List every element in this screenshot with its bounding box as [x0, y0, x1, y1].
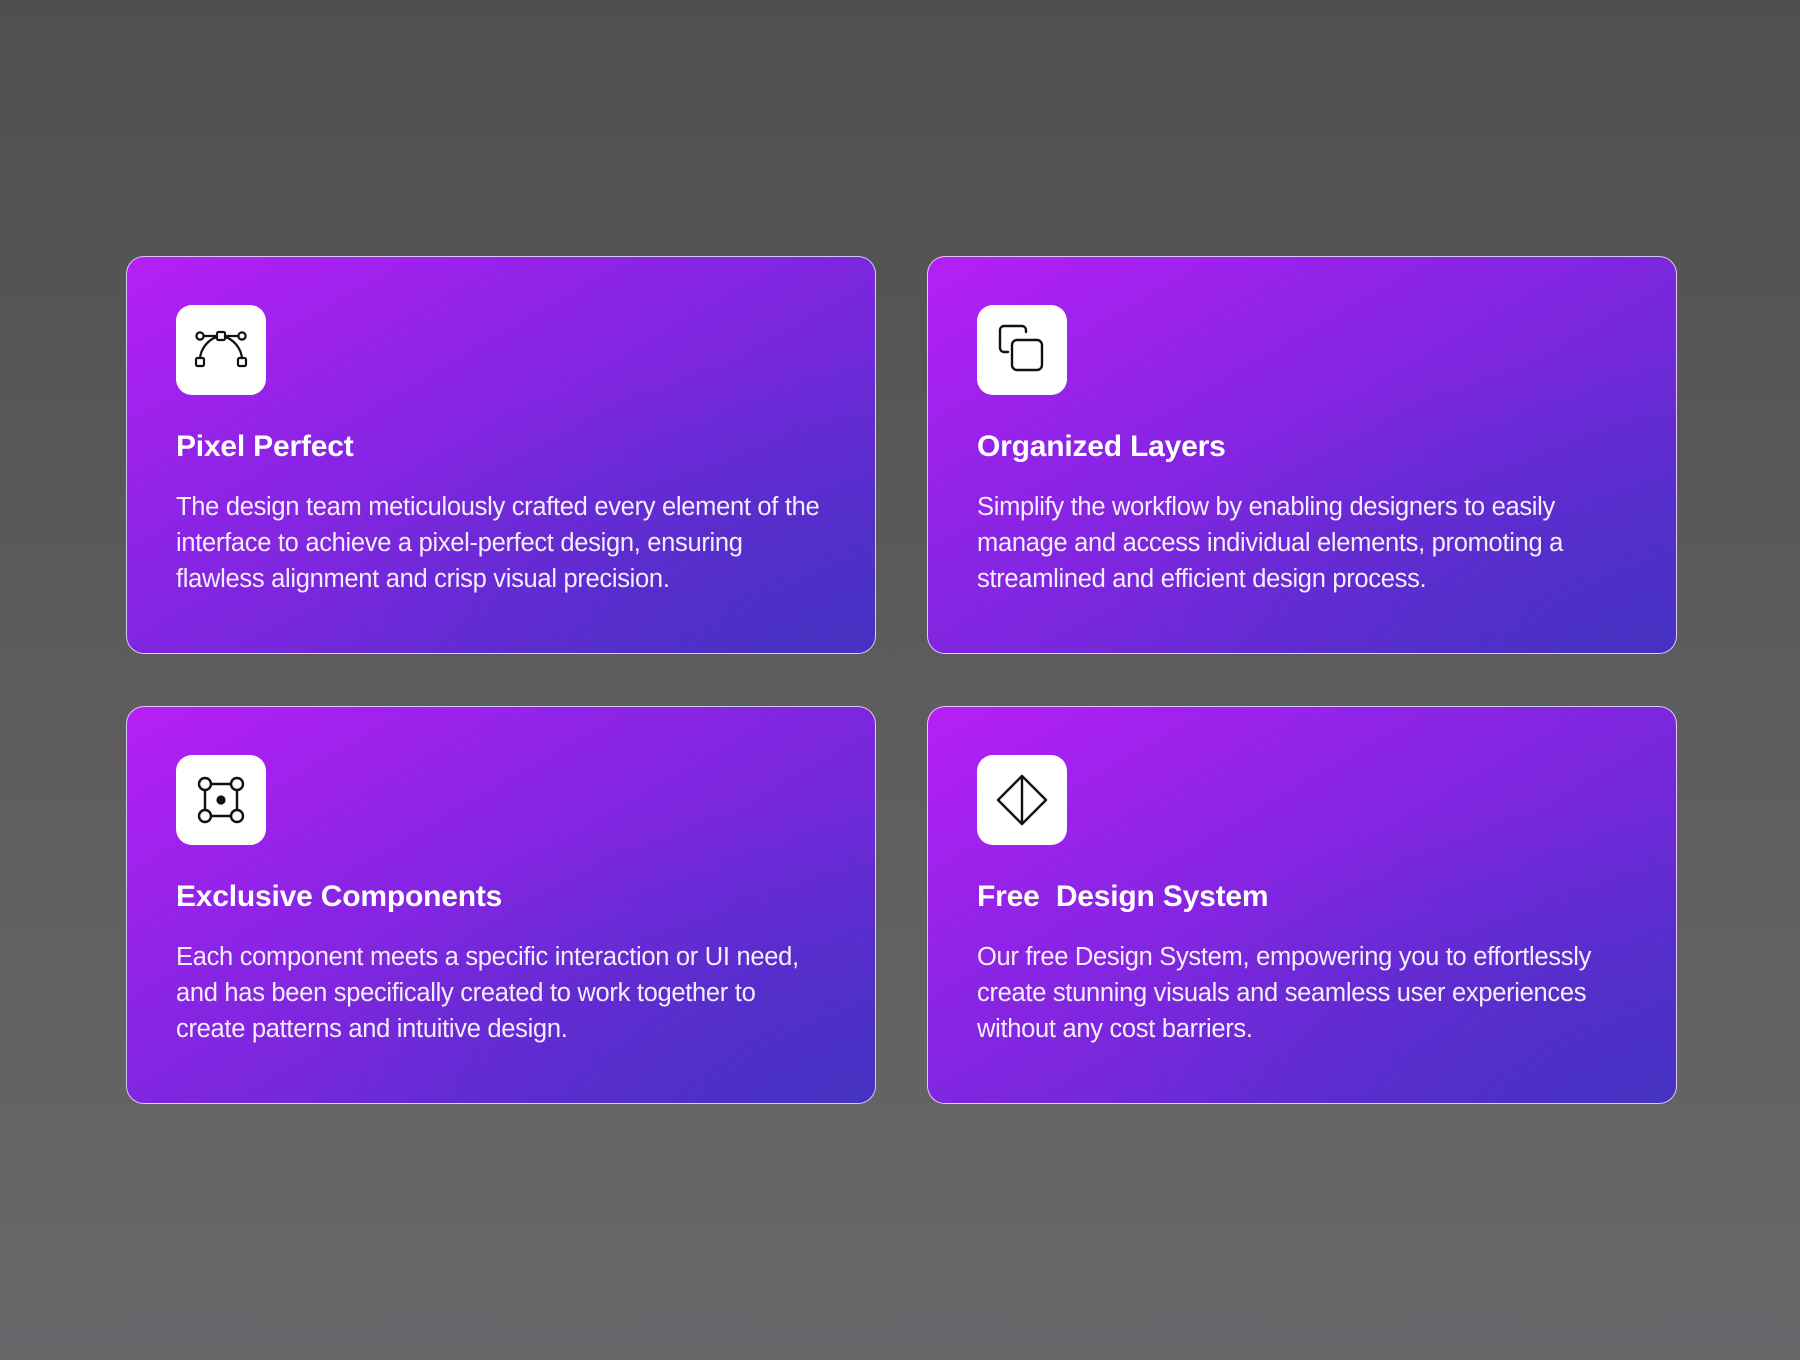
icon-tile [176, 305, 266, 395]
feature-card-organized-layers: Organized Layers Simplify the workflow b… [927, 256, 1677, 654]
component-nodes-icon [197, 776, 245, 824]
card-title: Exclusive Components [176, 880, 503, 913]
card-title: Free Design System [977, 880, 1269, 913]
feature-card-pixel-perfect: Pixel Perfect The design team meticulous… [126, 256, 876, 654]
icon-tile [176, 755, 266, 845]
diamond-prism-icon [996, 774, 1048, 826]
card-title: Pixel Perfect [176, 430, 354, 463]
feature-grid: Pixel Perfect The design team meticulous… [0, 0, 1800, 1360]
feature-card-exclusive-components: Exclusive Components Each component meet… [126, 706, 876, 1104]
layers-copy-icon [998, 324, 1044, 372]
icon-tile [977, 755, 1067, 845]
card-description: Our free Design System, empowering you t… [977, 943, 1592, 1043]
card-title: Organized Layers [977, 430, 1226, 463]
feature-card-free-design-system: Free Design System Our free Design Syste… [927, 706, 1677, 1104]
icon-tile [977, 305, 1067, 395]
card-description: Simplify the workflow by enabling design… [977, 493, 1564, 593]
bezier-curve-icon [194, 330, 248, 368]
card-description: The design team meticulously crafted eve… [176, 493, 820, 593]
card-description: Each component meets a specific interact… [176, 943, 799, 1043]
